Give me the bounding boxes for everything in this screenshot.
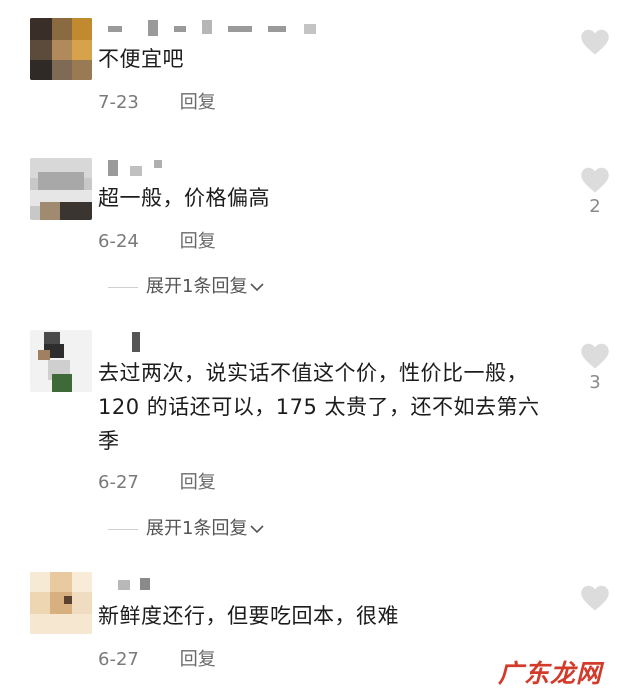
avatar[interactable] [30, 572, 92, 634]
like-button[interactable]: 2 [578, 166, 612, 217]
comment-text: 去过两次，说实话不值这个价，性价比一般，120 的话还可以，175 太贵了，还不… [98, 361, 540, 453]
like-count: 2 [589, 196, 601, 217]
reply-button[interactable]: 回复 [180, 227, 216, 253]
expand-replies-label: 展开1条回复 [146, 276, 248, 297]
chevron-down-icon [250, 283, 265, 292]
expand-replies-button[interactable]: 展开1条回复 [108, 514, 265, 540]
divider [108, 528, 138, 530]
comment-date: 6-24 [98, 231, 139, 252]
comment-meta: 6-27 回复 [98, 468, 216, 494]
comment-date: 7-23 [98, 92, 139, 113]
expand-replies-button[interactable]: 展开1条回复 [108, 272, 265, 298]
expand-replies-label: 展开1条回复 [146, 518, 248, 539]
comment-meta: 6-24 回复 [98, 227, 216, 253]
heart-icon[interactable] [580, 28, 610, 56]
avatar[interactable] [30, 158, 92, 220]
comment-text: 新鲜度还行，但要吃回本，很难 [98, 604, 399, 628]
like-button[interactable] [578, 584, 612, 612]
heart-icon[interactable] [580, 342, 610, 370]
comment-date: 6-27 [98, 472, 139, 493]
reply-button[interactable]: 回复 [180, 88, 216, 114]
like-button[interactable] [578, 28, 612, 56]
reply-button[interactable]: 回复 [180, 645, 216, 671]
comment-text: 不便宜吧 [98, 47, 184, 71]
avatar[interactable] [30, 18, 92, 80]
comment-date: 6-27 [98, 649, 139, 670]
reply-button[interactable]: 回复 [180, 468, 216, 494]
watermark: 广东龙网 [498, 659, 603, 688]
comment-meta: 7-23 回复 [98, 88, 216, 114]
comment-meta: 6-27 回复 [98, 645, 216, 671]
avatar[interactable] [30, 330, 92, 392]
like-count: 3 [589, 372, 601, 393]
heart-icon[interactable] [580, 584, 610, 612]
chevron-down-icon [250, 525, 265, 534]
heart-icon[interactable] [580, 166, 610, 194]
divider [108, 286, 138, 288]
like-button[interactable]: 3 [578, 342, 612, 393]
comment-text: 超一般，价格偏高 [98, 186, 270, 210]
